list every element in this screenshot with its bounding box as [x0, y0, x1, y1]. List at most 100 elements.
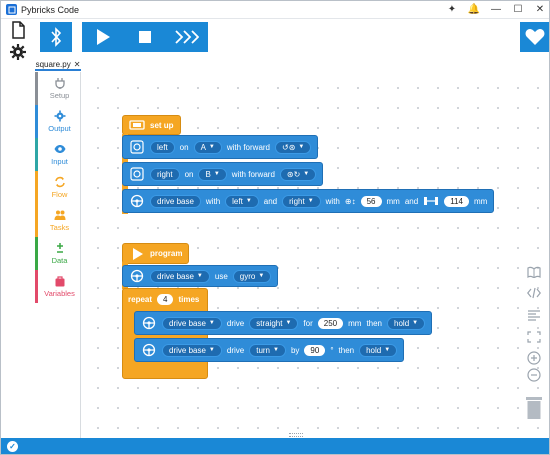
drive-base-setup-block[interactable]: drive base with left ▼ and right ▼ with ⊕↕… — [122, 189, 495, 213]
motor-right-port-dropdown[interactable]: B ▼ — [198, 167, 227, 181]
minimize-button[interactable]: — — [485, 1, 507, 19]
drive-base-left-motor-dropdown[interactable]: left ▼ — [225, 194, 259, 208]
category-tasks[interactable]: Tasks — [35, 204, 81, 237]
loop-icon — [54, 176, 65, 188]
drive-base-with-2: with — [325, 196, 340, 206]
turn-angle-input[interactable]: 90 — [304, 344, 326, 356]
motor-right-block[interactable]: right on B ▼ with forward ⊛↻ ▼ — [122, 162, 324, 186]
counterclockwise-icon: ↺⊛ — [282, 142, 296, 152]
activity-rail — [1, 19, 33, 439]
motor-icon — [130, 167, 144, 181]
straight-distance-input[interactable]: 250 — [317, 317, 344, 329]
steering-wheel-icon — [142, 343, 156, 357]
category-flow-label: Flow — [51, 190, 68, 199]
trash-icon[interactable] — [525, 395, 543, 421]
wheel-diameter-input[interactable]: 56 — [360, 195, 382, 207]
repeat-count-input[interactable]: 4 — [157, 293, 174, 305]
zoom-reset-icon[interactable] — [525, 328, 543, 346]
axle-track-icon — [424, 197, 439, 205]
drive-base-right-motor-dropdown[interactable]: right ▼ — [282, 194, 321, 208]
heart-icon — [525, 29, 545, 45]
bluetooth-button[interactable] — [40, 22, 72, 52]
category-setup[interactable]: Setup — [35, 72, 81, 105]
motor-right-name[interactable]: right — [150, 167, 180, 181]
app-window: Pybricks Code ✦ 🔔 — ☐ ✕ square.py ✕ Setu… — [0, 0, 550, 455]
use-gyro-drive-base-dropdown[interactable]: drive base ▼ — [150, 269, 210, 283]
drive-base-setup-name[interactable]: drive base — [150, 194, 201, 208]
triple-chevron-icon — [175, 30, 199, 44]
turn-mode-dropdown[interactable]: turn ▼ — [249, 343, 286, 357]
straight-mode-dropdown[interactable]: straight ▼ — [249, 316, 299, 330]
sponsor-button[interactable] — [520, 22, 549, 52]
file-tab[interactable]: square.py ✕ — [35, 59, 81, 71]
category-input-label: Input — [51, 157, 68, 166]
wheel-unit: mm — [386, 196, 400, 206]
bag-icon — [55, 276, 64, 287]
use-gyro-block[interactable]: drive base ▼ use gyro ▼ — [122, 265, 279, 287]
category-output-label: Output — [48, 124, 71, 133]
steering-wheel-icon — [130, 269, 144, 283]
setup-hat-block[interactable]: set up — [122, 115, 181, 135]
stop-button[interactable] — [124, 22, 166, 52]
program-hat-block[interactable]: program — [122, 243, 190, 264]
setup-label: set up — [150, 120, 174, 130]
steering-wheel-icon — [142, 316, 156, 330]
repl-button[interactable] — [166, 22, 208, 52]
stop-icon — [139, 31, 151, 43]
code-view-icon[interactable] — [525, 284, 543, 302]
straight-drive-base-dropdown[interactable]: drive base ▼ — [162, 316, 222, 330]
notifications-icon[interactable]: 🔔 — [463, 1, 485, 19]
category-input[interactable]: Input — [35, 138, 81, 171]
zoom-out-icon[interactable] — [525, 366, 543, 384]
motor-right-on: on — [184, 169, 194, 179]
gyro-dropdown[interactable]: gyro ▼ — [232, 269, 272, 283]
category-tasks-label: Tasks — [49, 223, 70, 232]
plug-icon — [54, 78, 65, 89]
window-title: Pybricks Code — [21, 4, 80, 15]
category-data[interactable]: Data — [35, 237, 81, 270]
close-button[interactable]: ✕ — [529, 1, 549, 19]
category-variables[interactable]: Variables — [35, 270, 81, 303]
settings-gear-icon[interactable] — [9, 43, 27, 61]
hub-icon — [129, 120, 145, 130]
drive-turn-block[interactable]: drive base ▼ drive turn ▼ by 90 ° then hol… — [134, 338, 405, 362]
category-output[interactable]: Output — [35, 105, 81, 138]
wheel-diameter-icon: ⊕↕ — [344, 196, 356, 206]
run-controls — [82, 22, 208, 52]
extensions-icon[interactable]: ✦ — [441, 1, 463, 19]
axle-track-input[interactable]: 114 — [444, 195, 469, 207]
straight-drive-label: drive — [226, 318, 245, 328]
motor-right-direction-dropdown[interactable]: ⊛↻ ▼ — [279, 167, 317, 181]
people-icon — [54, 210, 65, 220]
gear-icon — [54, 110, 65, 122]
motor-left-port-dropdown[interactable]: A ▼ — [193, 140, 222, 154]
turn-then-label: then — [338, 345, 355, 355]
maximize-button[interactable]: ☐ — [507, 1, 529, 19]
category-flow[interactable]: Flow — [35, 171, 81, 204]
repeat-label: repeat — [128, 294, 153, 304]
axle-unit: mm — [473, 196, 488, 206]
zoom-in-icon[interactable] — [525, 349, 543, 367]
motor-left-block[interactable]: left on A ▼ with forward ↺⊛ ▼ — [122, 135, 319, 159]
motor-icon — [130, 140, 144, 154]
eye-icon — [54, 145, 65, 153]
docs-book-icon[interactable] — [525, 263, 543, 281]
plus-minus-icon — [56, 243, 63, 253]
run-button[interactable] — [82, 22, 124, 52]
title-bar: Pybricks Code ✦ 🔔 — ☐ ✕ — [1, 1, 549, 19]
straight-then-dropdown[interactable]: hold ▼ — [387, 316, 426, 330]
resize-grip[interactable] — [289, 433, 303, 437]
status-bar: ✓ — [1, 438, 549, 454]
turn-then-dropdown[interactable]: hold ▼ — [359, 343, 398, 357]
toolbar — [33, 19, 549, 59]
cleanup-icon[interactable] — [525, 306, 543, 324]
drive-straight-block[interactable]: drive base ▼ drive straight ▼ for 250 mm t… — [134, 311, 433, 335]
motor-left-direction-dropdown[interactable]: ↺⊛ ▼ — [275, 140, 312, 154]
block-categories: Setup Output Input Flow Tasks Data Varia… — [35, 72, 81, 438]
blocks-workspace[interactable]: set up left on A ▼ with forward ↺⊛ ▼ right… — [82, 72, 549, 438]
repeat-header: repeat 4 times — [122, 290, 205, 308]
file-icon[interactable] — [9, 21, 27, 39]
turn-drive-base-dropdown[interactable]: drive base ▼ — [162, 343, 222, 357]
motor-left-name[interactable]: left — [150, 140, 175, 154]
tab-close-icon[interactable]: ✕ — [74, 60, 81, 69]
